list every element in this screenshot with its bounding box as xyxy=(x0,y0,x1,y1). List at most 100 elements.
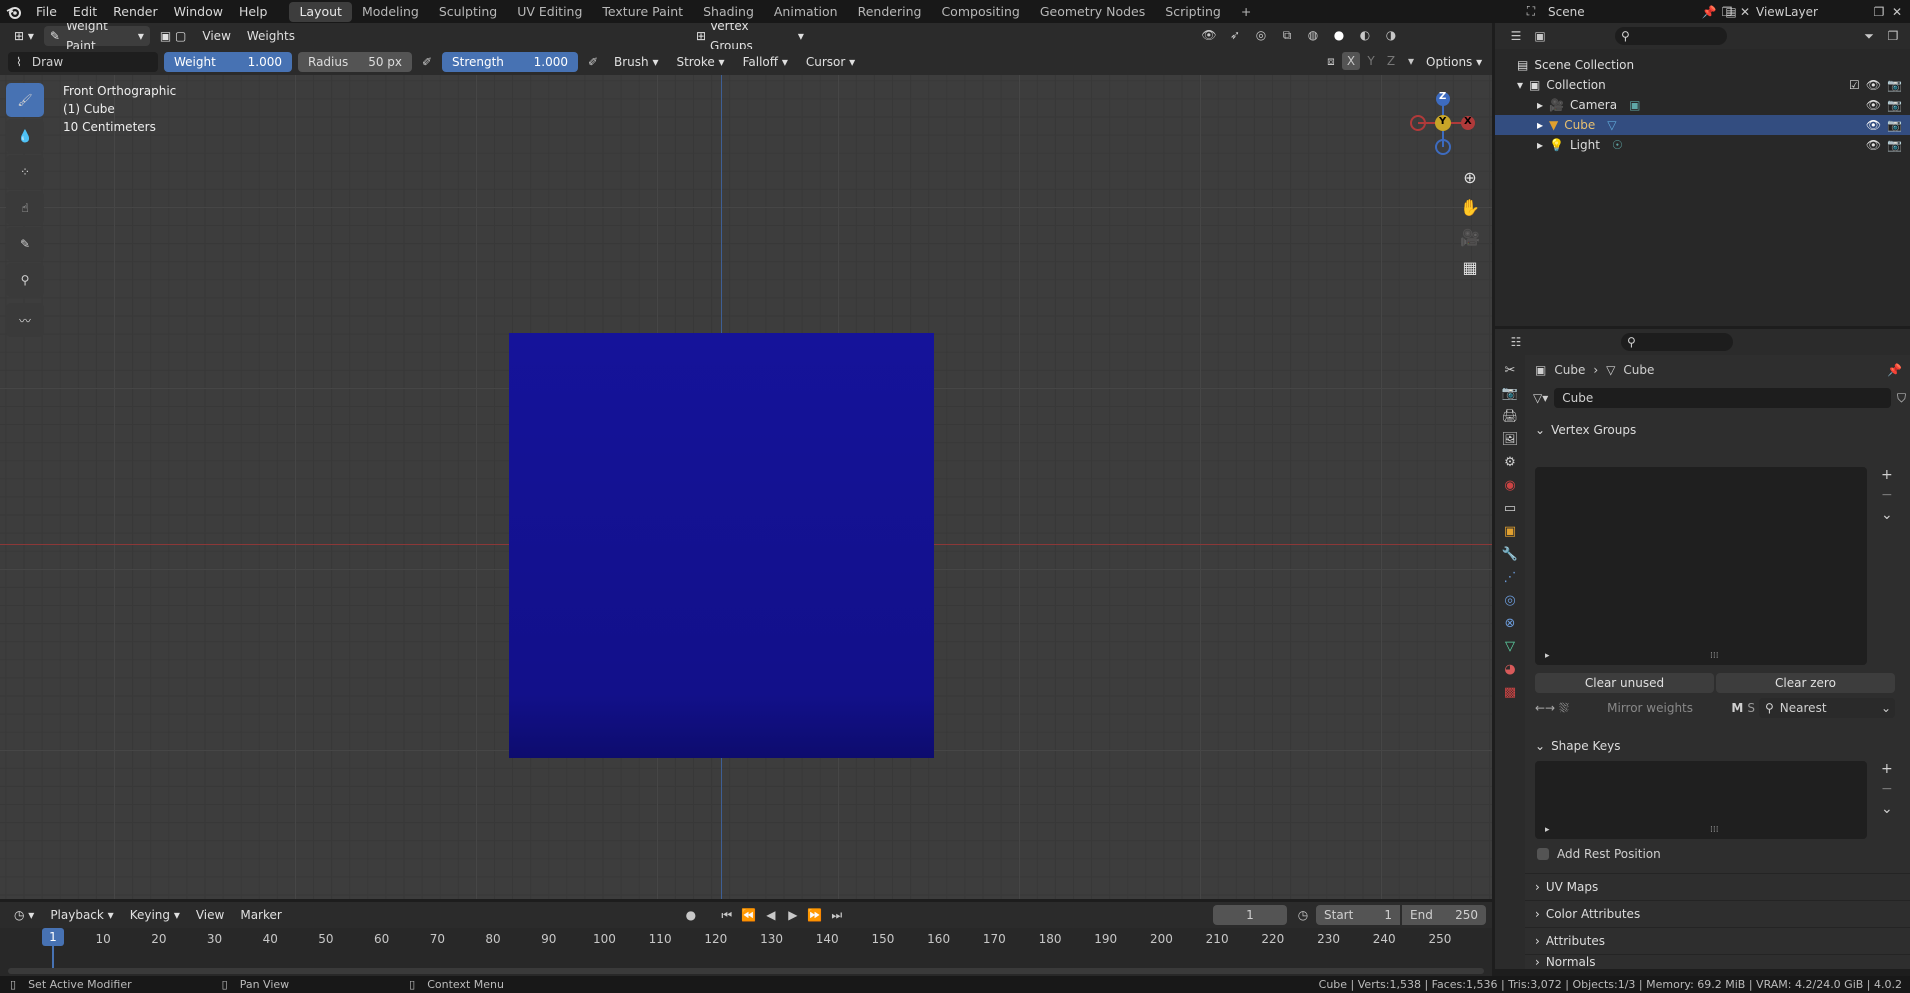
remove-vertex-group-button[interactable]: − xyxy=(1881,487,1893,503)
vertex-groups-dropdown[interactable]: ⊞ Vertex Groups ▾ xyxy=(690,23,810,53)
properties-search-input[interactable]: ⚲ xyxy=(1621,333,1733,351)
camera-icon[interactable]: 📷 xyxy=(1887,138,1902,152)
outliner-collection[interactable]: ▾ ▣ Collection ☑ 👁 📷 xyxy=(1495,75,1910,95)
editor-type-icon[interactable]: ⊞ ▾ xyxy=(8,26,40,46)
smear-tool-button[interactable]: ☝ xyxy=(6,191,44,225)
current-frame-field[interactable]: 1 xyxy=(1213,905,1287,925)
annotate-tool-button[interactable]: 〰 xyxy=(6,303,44,337)
cube-mesh[interactable] xyxy=(509,333,934,758)
strength-slider[interactable]: Strength 1.000 xyxy=(442,52,578,72)
vertex-group-specials-button[interactable]: ⌄ xyxy=(1881,507,1893,523)
shape-keys-list[interactable]: ▸ ⁞⁞⁞ xyxy=(1535,761,1867,839)
new-collection-icon[interactable]: ❐ xyxy=(1884,27,1902,45)
checkbox-icon[interactable]: ☑ xyxy=(1849,78,1860,92)
menu-weights[interactable]: Weights xyxy=(241,26,301,46)
texture-tab-icon[interactable]: ▩ xyxy=(1504,685,1516,700)
mirror-m-toggle[interactable]: M xyxy=(1731,701,1743,715)
outliner-item-cube[interactable]: ▸ ▼ Cube ▽ 👁 📷 xyxy=(1495,115,1910,135)
playback-dropdown[interactable]: Playback ▾ xyxy=(44,905,119,925)
list-expand-icon[interactable]: ▸ xyxy=(1545,825,1550,835)
mode-dropdown[interactable]: ✎ Weight Paint ▾ xyxy=(43,23,150,53)
menu-view[interactable]: View xyxy=(196,26,236,46)
mirror-s-toggle[interactable]: S xyxy=(1747,701,1755,715)
menu-help[interactable]: Help xyxy=(231,0,276,23)
color-attributes-panel-header[interactable]: › Color Attributes xyxy=(1525,900,1910,926)
menu-window[interactable]: Window xyxy=(166,0,231,23)
rendered-shading-icon[interactable]: ◑ xyxy=(1382,26,1400,44)
pan-hand-icon[interactable]: ✋ xyxy=(1456,193,1484,221)
vertex-groups-list[interactable]: ▸ ⁞⁞⁞ xyxy=(1535,467,1867,665)
vertex-groups-panel-header[interactable]: ⌄ Vertex Groups xyxy=(1525,417,1910,443)
world-tab-icon[interactable]: ◉ xyxy=(1504,478,1515,493)
tab-scripting[interactable]: Scripting xyxy=(1155,2,1231,22)
scene-tab-icon[interactable]: ⚙ xyxy=(1504,455,1516,470)
expand-arrow-icon[interactable]: ▸ xyxy=(1537,118,1543,132)
material-tab-icon[interactable]: ◕ xyxy=(1504,662,1515,677)
chevron-down-icon[interactable]: ▾ xyxy=(1402,52,1420,70)
filter-icon[interactable]: ⏷ xyxy=(1860,27,1878,45)
tab-shading[interactable]: Shading xyxy=(693,2,764,22)
editor-type-icon[interactable]: ☰ xyxy=(1507,27,1525,45)
camera-icon[interactable]: 📷 xyxy=(1887,78,1902,92)
playhead[interactable]: 1 xyxy=(42,928,64,946)
tab-modeling[interactable]: Modeling xyxy=(352,2,429,22)
uv-maps-panel-header[interactable]: › UV Maps xyxy=(1525,873,1910,899)
zoom-icon[interactable]: ⊕ xyxy=(1456,163,1484,191)
blur-tool-button[interactable]: 💧 xyxy=(6,119,44,153)
draw-tool-button[interactable]: 🖌 xyxy=(6,83,44,117)
pin-icon[interactable]: 📌 xyxy=(1887,363,1902,377)
add-shape-key-button[interactable]: + xyxy=(1881,761,1893,777)
clear-unused-button[interactable]: Clear unused xyxy=(1535,673,1714,693)
nearest-dropdown[interactable]: ⚲ Nearest ⌄ xyxy=(1759,698,1895,718)
expand-arrow-icon[interactable]: ▾ xyxy=(1517,78,1523,92)
material-shading-icon[interactable]: ◐ xyxy=(1356,26,1374,44)
symmetry-icon[interactable]: ⧈ xyxy=(1322,52,1340,70)
editor-type-icon[interactable]: ☷ xyxy=(1507,333,1525,351)
view-layer-tab-icon[interactable]: 🖼 xyxy=(1502,432,1519,447)
add-vertex-group-button[interactable]: + xyxy=(1881,467,1893,483)
gradient-tool-button[interactable]: ✎ xyxy=(6,227,44,261)
start-frame-field[interactable]: Start 1 xyxy=(1316,905,1400,925)
tab-animation[interactable]: Animation xyxy=(764,2,848,22)
new-view-layer-icon[interactable]: ❐ xyxy=(1870,3,1888,21)
constraints-tab-icon[interactable]: ⊗ xyxy=(1505,616,1516,631)
tool-tab-icon[interactable]: ✂ xyxy=(1505,363,1516,378)
attributes-panel-header[interactable]: › Attributes xyxy=(1525,927,1910,953)
average-tool-button[interactable]: ⁘ xyxy=(6,155,44,189)
list-resize-handle[interactable]: ⁞⁞⁞ xyxy=(1710,825,1719,835)
weight-slider[interactable]: Weight 1.000 xyxy=(164,52,292,72)
tool-selector[interactable]: ⌇ Draw xyxy=(8,52,158,72)
tab-rendering[interactable]: Rendering xyxy=(848,2,932,22)
pin-icon[interactable]: 📌 xyxy=(1700,3,1718,21)
tab-uv-editing[interactable]: UV Editing xyxy=(507,2,592,22)
options-dropdown[interactable]: Options ▾ xyxy=(1420,52,1488,72)
physics-tab-icon[interactable]: ◎ xyxy=(1504,593,1515,608)
jump-end-icon[interactable]: ⏭ xyxy=(828,906,846,924)
collection-tab-icon[interactable]: ▭ xyxy=(1504,501,1516,516)
select-mode-icons[interactable]: ▣ ▢ xyxy=(154,26,193,46)
end-frame-field[interactable]: End 250 xyxy=(1402,905,1486,925)
navigation-gizmo[interactable]: Z Y X xyxy=(1400,83,1490,173)
blender-logo-icon[interactable] xyxy=(0,5,28,19)
mesh-name-field[interactable]: Cube xyxy=(1554,388,1891,408)
overlays-icon[interactable]: ◎ xyxy=(1252,26,1270,44)
menu-view[interactable]: View xyxy=(190,905,230,925)
outliner-search-input[interactable]: ⚲ xyxy=(1615,27,1727,45)
tab-sculpting[interactable]: Sculpting xyxy=(429,2,507,22)
remove-shape-key-button[interactable]: − xyxy=(1881,781,1893,797)
visibility-icon[interactable]: 👁 xyxy=(1200,26,1218,44)
timeline-ruler[interactable]: 10 20 30 40 50 60 70 80 90 100 110 120 130 140 150 160 1… xyxy=(0,928,1492,978)
clear-zero-button[interactable]: Clear zero xyxy=(1716,673,1895,693)
eye-icon[interactable]: 👁 xyxy=(1866,118,1881,132)
symmetry-x-toggle[interactable]: X xyxy=(1342,52,1360,70)
add-rest-position-row[interactable]: Add Rest Position xyxy=(1537,847,1661,861)
tab-texture-paint[interactable]: Texture Paint xyxy=(592,2,693,22)
outliner-scene-collection[interactable]: ▤ Scene Collection xyxy=(1495,55,1910,75)
timeline-scrollbar[interactable] xyxy=(8,968,1484,974)
add-rest-position-checkbox[interactable] xyxy=(1537,848,1549,860)
sample-weight-tool-button[interactable]: ⚲ xyxy=(6,263,44,297)
record-icon[interactable]: ● xyxy=(682,906,700,924)
particles-tab-icon[interactable]: ⋰ xyxy=(1504,570,1517,585)
camera-icon[interactable]: 📷 xyxy=(1887,98,1902,112)
menu-edit[interactable]: Edit xyxy=(65,0,105,23)
